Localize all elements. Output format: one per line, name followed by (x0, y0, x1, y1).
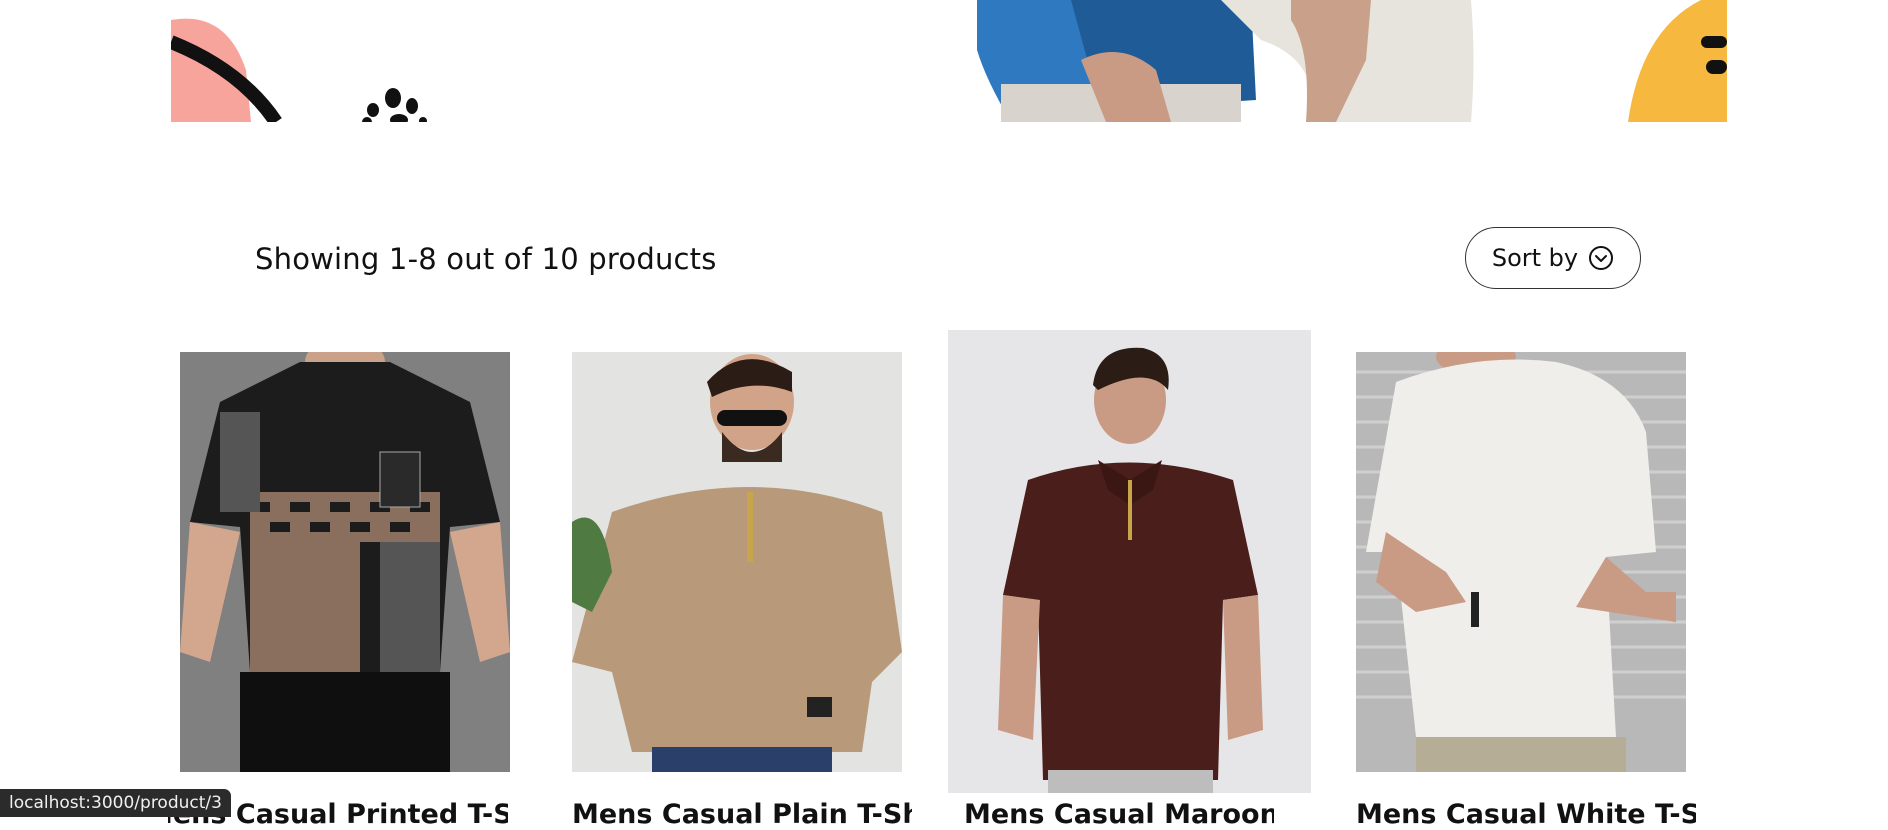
hero-banner (171, 0, 1727, 122)
product-name[interactable]: Mens Casual White T-Shirt (1356, 799, 1696, 830)
product-image[interactable] (948, 330, 1311, 793)
product-name[interactable]: Mens Casual Maroon T-Shirt (964, 799, 1274, 830)
chevron-down-circle-icon (1589, 246, 1614, 270)
product-card[interactable]: Mens Casual Plain T-Shirt (572, 352, 912, 830)
hero-illustration (171, 0, 1727, 122)
product-count-text: Showing 1-8 out of 10 products (255, 242, 717, 276)
product-image[interactable] (180, 352, 510, 772)
sort-by-button[interactable]: Sort by (1465, 227, 1641, 289)
product-name[interactable]: Mens Casual Plain T-Shirt (572, 799, 912, 830)
product-card[interactable]: Mens Casual White T-Shirt (1356, 352, 1696, 830)
sort-by-label: Sort by (1491, 244, 1579, 272)
product-image[interactable] (1356, 352, 1686, 772)
product-image[interactable] (572, 352, 902, 772)
status-bar-url: localhost:3000/product/3 (0, 789, 231, 817)
product-card[interactable]: Mens Casual Printed T-Shirt (168, 352, 510, 830)
product-card[interactable]: Mens Casual Maroon T-Shirt (948, 330, 1311, 830)
